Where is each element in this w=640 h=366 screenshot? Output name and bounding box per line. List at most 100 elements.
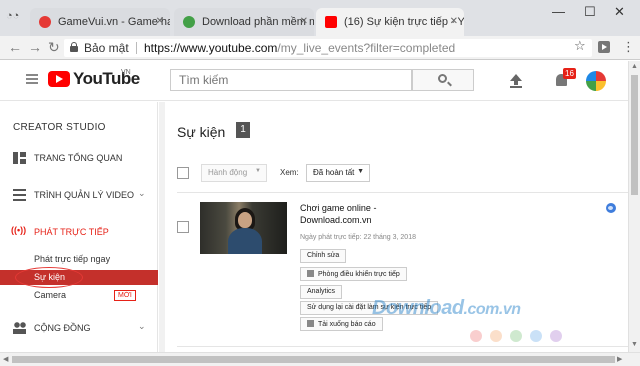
public-globe-icon xyxy=(606,203,616,213)
sidebar-item-video-manager[interactable]: TRÌNH QUẢN LÝ VIDEO ⌄ xyxy=(0,185,158,207)
control-room-icon xyxy=(307,270,314,277)
community-icon xyxy=(13,322,26,334)
sidebar-subitem-stream-now[interactable]: Phát trực tiếp ngay xyxy=(0,252,158,267)
close-tab-icon[interactable]: ✕ xyxy=(450,8,458,36)
upload-icon[interactable] xyxy=(510,74,522,85)
watermark-dot xyxy=(490,330,502,342)
edit-button[interactable]: Chỉnh sửa xyxy=(300,249,347,263)
chevron-down-icon[interactable]: ⌄ xyxy=(138,321,146,332)
download-report-button[interactable]: Tải xuống báo cáo xyxy=(300,317,383,331)
sidebar-subitem-events[interactable]: Sự kiện xyxy=(0,267,158,288)
scroll-up-icon[interactable]: ▲ xyxy=(631,63,638,70)
back-icon[interactable]: ← xyxy=(8,39,22,55)
scroll-right-icon[interactable]: ▶ xyxy=(617,355,622,363)
button-label: Tải xuống báo cáo xyxy=(318,321,376,328)
sidebar-item-dashboard[interactable]: TRANG TỔNG QUAN xyxy=(0,148,158,170)
view-label: Xem: xyxy=(280,168,299,177)
download-watermark: Download.com.vn xyxy=(372,297,521,320)
sidebar-heading: CREATOR STUDIO xyxy=(13,122,106,133)
button-label: Phòng điều khiển trực tiếp xyxy=(318,271,400,278)
region-code: VN xyxy=(121,69,131,76)
url-path: /my_live_events?filter=completed xyxy=(277,41,456,55)
highlight-ellipse xyxy=(15,267,83,288)
video-list-icon xyxy=(13,189,26,201)
close-window-icon[interactable]: ✕ xyxy=(614,4,625,20)
tab-title: GameVui.vn - Game hay xyxy=(58,16,170,28)
close-tab-icon[interactable]: ✕ xyxy=(300,8,308,36)
search-input[interactable] xyxy=(170,69,412,91)
chevron-down-icon[interactable]: ⌄ xyxy=(138,188,146,199)
browser-tab-strip: ◔◔ GameVui.vn - Game hay ✕ Download phần… xyxy=(0,0,640,36)
address-bar-row: ← → ↻ Bảo mật https://www.youtube.com/my… xyxy=(0,36,640,60)
event-title-link[interactable]: Chơi game online - Download.com.vn xyxy=(300,202,440,226)
sidebar-item-community[interactable]: CỘNG ĐỒNG ⌄ xyxy=(0,318,158,340)
sidebar-item-label: TRANG TỔNG QUAN xyxy=(34,153,123,163)
youtube-logo-icon[interactable] xyxy=(48,71,70,87)
search-button[interactable] xyxy=(412,69,474,91)
incognito-icon: ◔◔ xyxy=(6,10,20,22)
upload-icon-base xyxy=(510,86,522,88)
thumbnail-person-face xyxy=(238,212,252,228)
address-field[interactable]: Bảo mật https://www.youtube.com/my_live_… xyxy=(64,39,592,57)
minimize-icon[interactable]: — xyxy=(552,4,565,19)
watermark-dot xyxy=(530,330,542,342)
sidebar-subitem-label: Phát trực tiếp ngay xyxy=(34,254,111,264)
caret-down-icon: ▼ xyxy=(255,168,261,174)
event-row-checkbox[interactable] xyxy=(177,221,189,233)
reload-icon[interactable]: ↻ xyxy=(48,39,60,56)
vertical-scroll-thumb[interactable] xyxy=(631,75,638,195)
browser-tab-youtube[interactable]: (16) Sự kiện trực tiếp - Yo ✕ xyxy=(316,8,464,36)
vertical-scrollbar[interactable]: ▲ ▼ xyxy=(628,61,640,352)
close-tab-icon[interactable]: ✕ xyxy=(156,8,164,36)
watermark-dot xyxy=(470,330,482,342)
horizontal-scrollbar[interactable]: ◀ ▶ xyxy=(0,352,640,366)
account-avatar[interactable] xyxy=(586,71,606,91)
download-favicon-icon xyxy=(183,16,195,28)
scroll-down-icon[interactable]: ▼ xyxy=(631,341,638,348)
secure-label: Bảo mật xyxy=(84,41,129,55)
sidebar-subitem-label: Camera xyxy=(34,290,67,300)
maximize-icon[interactable]: ☐ xyxy=(584,4,596,20)
sidebar-item-live-streaming[interactable]: ((•)) PHÁT TRỰC TIẾP xyxy=(0,222,158,244)
event-thumbnail[interactable] xyxy=(200,202,287,254)
actions-label: Hành động xyxy=(208,168,248,177)
sidebar-item-label: TRÌNH QUẢN LÝ VIDEO xyxy=(34,190,135,200)
extension-icon[interactable] xyxy=(598,41,610,53)
page-title: Sự kiện xyxy=(177,124,226,140)
thumbnail-person-body xyxy=(228,228,262,254)
sidebar-item-label: CỘNG ĐỒNG xyxy=(34,323,91,333)
hamburger-menu-icon[interactable] xyxy=(26,74,38,84)
bookmark-star-icon[interactable]: ☆ xyxy=(574,38,586,54)
browser-menu-icon[interactable]: ⋮ xyxy=(622,39,635,55)
sidebar-subitem-camera[interactable]: Camera MỚI xyxy=(0,288,158,303)
tab-title: Download phần mềm m xyxy=(202,16,314,28)
event-count-badge: 1 xyxy=(236,122,250,138)
browser-tab-gamevui[interactable]: GameVui.vn - Game hay ✕ xyxy=(30,8,170,36)
filter-value: Đã hoàn tất xyxy=(313,168,355,177)
select-all-checkbox[interactable] xyxy=(177,167,189,179)
url-text: https://www.youtube.com/my_live_events?f… xyxy=(144,41,455,55)
caret-down-icon: ▼ xyxy=(357,168,364,175)
notification-count-badge: 16 xyxy=(563,68,576,79)
divider xyxy=(177,192,628,193)
url-host: https://www.youtube.com xyxy=(144,41,278,55)
actions-dropdown[interactable]: Hành động ▼ xyxy=(201,164,267,182)
separator xyxy=(136,42,137,54)
horizontal-scroll-thumb[interactable] xyxy=(12,356,615,363)
forward-icon[interactable]: → xyxy=(28,39,42,55)
live-control-room-button[interactable]: Phòng điều khiển trực tiếp xyxy=(300,267,407,281)
tab-title: (16) Sự kiện trực tiếp - Yo xyxy=(344,16,464,28)
analytics-button[interactable]: Analytics xyxy=(300,285,343,299)
sidebar-item-label: PHÁT TRỰC TIẾP xyxy=(34,227,109,237)
filter-dropdown[interactable]: Đã hoàn tất ▼ xyxy=(306,164,370,182)
lock-icon xyxy=(70,42,78,52)
youtube-header: YouTube VN 16 xyxy=(0,61,628,101)
search-icon xyxy=(438,74,447,83)
watermark-dot xyxy=(510,330,522,342)
watermark-text: Download xyxy=(372,297,464,319)
browser-tab-download[interactable]: Download phần mềm m ✕ xyxy=(174,8,314,36)
scroll-left-icon[interactable]: ◀ xyxy=(3,355,8,363)
gamevui-favicon-icon xyxy=(39,16,51,28)
watermark-tld: .com.vn xyxy=(463,301,521,318)
download-icon xyxy=(307,320,314,327)
